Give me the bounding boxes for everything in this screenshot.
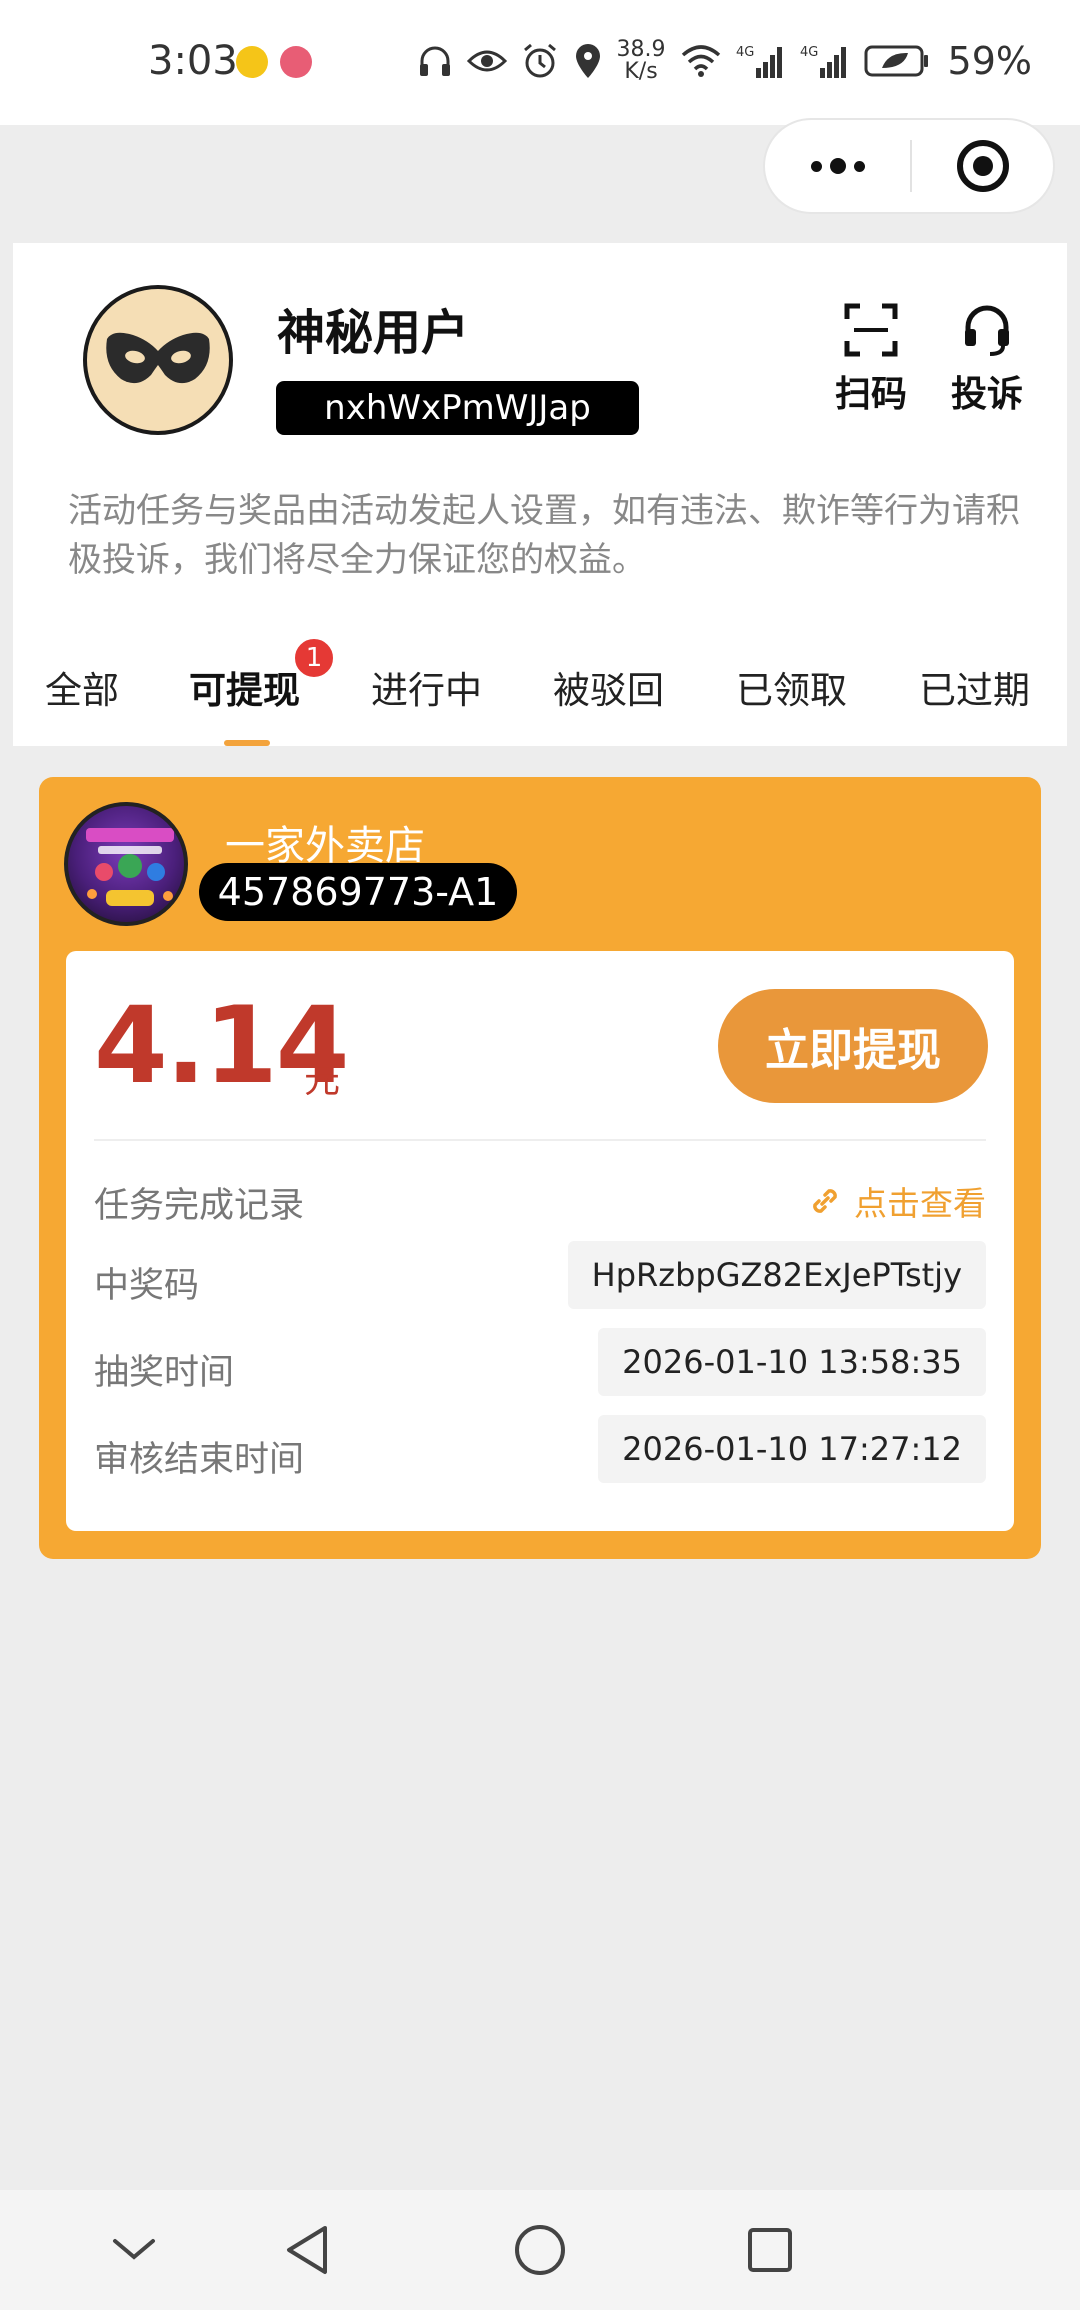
prize-code-label: 中奖码 — [94, 1266, 200, 1306]
status-time: 3:03 — [148, 38, 238, 84]
divider — [94, 1139, 986, 1141]
more-dot-icon — [853, 160, 865, 172]
recents-square-icon — [748, 2228, 792, 2272]
shop-logo-image — [86, 828, 174, 906]
draw-time-label: 抽奖时间 — [94, 1353, 235, 1393]
prize-code-value: HpRzbpGZ82ExJePTstjy — [567, 1241, 986, 1309]
complain-button[interactable]: 投诉 — [942, 303, 1032, 417]
view-record-link[interactable]: 点击查看 — [808, 1177, 986, 1225]
more-dot-icon — [810, 160, 822, 172]
system-nav-bar — [0, 2190, 1080, 2310]
wifi-icon — [681, 45, 720, 77]
shop-code-badge: 457869773-A1 — [199, 863, 517, 921]
mask-icon — [106, 332, 210, 384]
shop-logo — [64, 802, 188, 926]
nav-home-button[interactable] — [480, 2190, 600, 2310]
draw-time-value: 2026-01-10 13:58:35 — [598, 1328, 986, 1396]
app-notification-icon — [280, 46, 312, 78]
tab-in-progress[interactable]: 进行中 — [371, 660, 482, 714]
headset-icon — [965, 305, 1009, 356]
prize-amount-unit: 元 — [304, 1060, 341, 1101]
net-speed: 38.9 K/s — [617, 39, 666, 83]
more-button[interactable] — [765, 120, 910, 212]
complain-label: 投诉 — [950, 374, 1023, 415]
avatar[interactable] — [83, 285, 233, 435]
more-dot-icon — [829, 158, 846, 174]
close-button[interactable] — [912, 120, 1053, 212]
notification-icons — [236, 46, 312, 78]
user-id-badge: nxhWxPmWJJap — [276, 381, 639, 435]
scan-icon — [844, 303, 898, 357]
tab-all[interactable]: 全部 — [45, 660, 119, 714]
battery-icon — [864, 45, 928, 77]
tab-badge: 1 — [292, 636, 336, 680]
svg-text:4G: 4G — [800, 45, 818, 60]
battery-percent: 59% — [947, 39, 1032, 83]
signal-4g-icon: 4G — [736, 45, 782, 78]
prize-detail-panel: 4.14 元 立即提现 任务完成记录 点击查看 中奖码 HpRzbpGZ82Ex… — [66, 951, 1014, 1531]
nav-back-button[interactable] — [248, 2190, 368, 2310]
tab-rejected[interactable]: 被驳回 — [553, 660, 664, 714]
withdraw-button[interactable]: 立即提现 — [718, 989, 988, 1103]
signal-4g-icon-2: 4G — [800, 45, 846, 78]
scan-button[interactable]: 扫码 — [826, 303, 916, 417]
username: 神秘用户 — [277, 305, 470, 361]
location-icon — [575, 44, 600, 78]
eye-icon — [466, 50, 507, 72]
tab-expired[interactable]: 已过期 — [919, 660, 1030, 714]
task-record-label: 任务完成记录 — [94, 1186, 305, 1226]
view-record-label: 点击查看 — [854, 1184, 986, 1223]
coin-app-icon — [236, 46, 268, 78]
back-triangle-icon — [287, 2226, 327, 2274]
notice-text: 活动任务与奖品由活动发起人设置，如有违法、欺诈等行为请积极投诉，我们将尽全力保证… — [68, 491, 1020, 580]
link-icon — [813, 1189, 837, 1213]
status-icons: 38.9 K/s 4G 4G 59% — [417, 36, 1032, 86]
nav-recents-button[interactable] — [710, 2190, 830, 2310]
scan-label: 扫码 — [834, 374, 907, 415]
status-bar: 3:03 38.9 K/s 4G 4G 59% — [0, 0, 1080, 125]
prize-card: 一家外卖店 457869773-A1 4.14 元 立即提现 任务完成记录 点击… — [39, 777, 1041, 1559]
review-end-value: 2026-01-10 17:27:12 — [598, 1415, 986, 1483]
target-close-icon — [956, 140, 1009, 192]
chevron-down-icon — [113, 2239, 155, 2260]
tab-claimed[interactable]: 已领取 — [736, 660, 847, 714]
user-header-card: 神秘用户 nxhWxPmWJJap 扫码 投诉 活动任务与奖品由活动发起人设置，… — [13, 243, 1067, 746]
review-end-label: 审核结束时间 — [94, 1440, 305, 1480]
net-speed-unit: K/s — [624, 59, 658, 84]
tab-withdrawable[interactable]: 可提现 — [189, 660, 300, 714]
home-circle-icon — [515, 2225, 565, 2275]
svg-text:4G: 4G — [736, 45, 754, 60]
capsule-menu — [763, 118, 1055, 214]
net-speed-value: 38.9 — [616, 37, 666, 62]
headphones-icon — [419, 46, 450, 76]
alarm-icon — [523, 43, 556, 78]
nav-collapse-button[interactable] — [74, 2190, 194, 2310]
tab-active-indicator — [224, 740, 270, 746]
